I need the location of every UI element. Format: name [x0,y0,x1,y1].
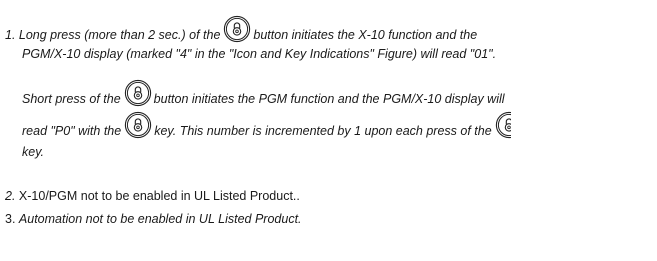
note-3: 3. Automation not to be enabled in UL Li… [5,212,302,226]
note-1-text: button initiates the PGM function and th… [153,92,505,106]
note-1-text: PGM/X-10 display (marked "4" in the "Ico… [22,47,497,61]
note-1-text: read "P0" with the [22,124,122,138]
padlock-key-icon [124,79,152,107]
note-1-text: Short press of the [22,92,121,106]
notes-document: 1. Long press (more than 2 sec.) of the b… [0,0,657,261]
note-3-number: 3. [5,212,16,226]
note-1-line-3: Short press of the button initiates the P… [22,79,505,107]
note-1-text: key. [22,145,44,159]
padlock-key-icon [223,15,251,43]
note-1-text: 1. Long press (more than 2 sec.) of the [5,28,221,42]
note-1-line-4: read "P0" with the key. This number is in… [22,111,511,139]
note-2-text: X-10/PGM not to be enabled in UL Listed … [18,189,300,203]
note-3-text: Automation not to be enabled in UL Liste… [18,212,302,226]
note-1-line-2: PGM/X-10 display (marked "4" in the "Ico… [22,47,496,61]
note-2-number: 2. [5,189,16,203]
padlock-key-icon [495,111,511,139]
note-1-text: button initiates the X-10 function and t… [253,28,478,42]
note-1-line-1: 1. Long press (more than 2 sec.) of the b… [5,15,477,43]
note-1-text: key. This number is incremented by 1 upo… [154,124,492,138]
note-1-line-5: key. [22,145,44,159]
padlock-key-icon [124,111,152,139]
note-2: 2. X-10/PGM not to be enabled in UL List… [5,189,300,203]
